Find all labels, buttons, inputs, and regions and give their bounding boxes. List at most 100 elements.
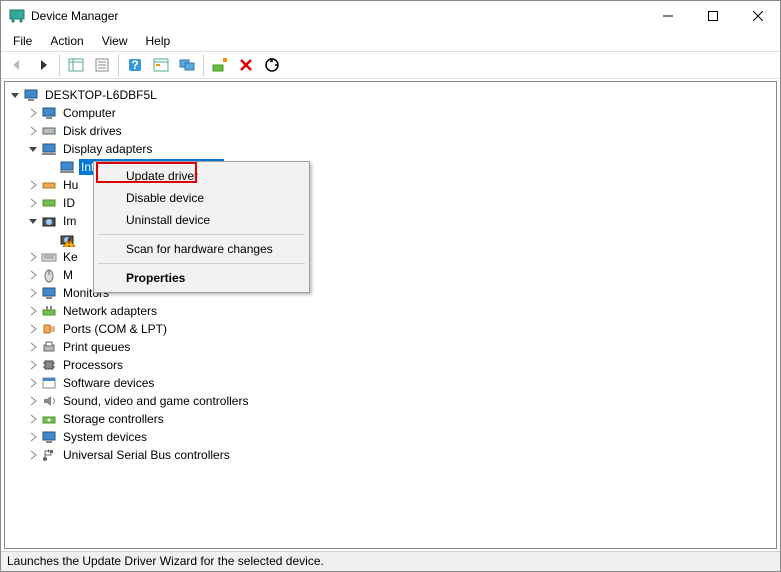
chevron-right-icon[interactable] <box>27 341 39 353</box>
context-properties[interactable]: Properties <box>96 267 307 289</box>
usb-icon <box>41 177 57 193</box>
software-icon <box>41 375 57 391</box>
tree-node-system[interactable]: System devices <box>5 428 776 446</box>
display-adapter-icon <box>59 159 75 175</box>
tree-node-diskdrives[interactable]: Disk drives <box>5 122 776 140</box>
device-tree[interactable]: DESKTOP-L6DBF5L Computer Disk drives Dis… <box>4 81 777 549</box>
chevron-down-icon[interactable] <box>27 143 39 155</box>
actioncenter-button[interactable] <box>149 54 173 76</box>
tree-item-label: Display adapters <box>61 141 154 157</box>
tree-item-label: Disk drives <box>61 123 124 139</box>
camera-warning-icon: ! <box>59 231 75 247</box>
tree-node-printqueues[interactable]: Print queues <box>5 338 776 356</box>
tree-node-usb[interactable]: Universal Serial Bus controllers <box>5 446 776 464</box>
tree-item-label: Print queues <box>61 339 132 355</box>
context-separator <box>98 234 305 235</box>
status-bar: Launches the Update Driver Wizard for th… <box>1 551 780 571</box>
tree-node-software[interactable]: Software devices <box>5 374 776 392</box>
chevron-right-icon[interactable] <box>27 377 39 389</box>
toolbar: ? <box>1 51 780 79</box>
tree-root[interactable]: DESKTOP-L6DBF5L <box>5 86 776 104</box>
tree-item-label: M <box>61 267 75 283</box>
menu-file[interactable]: File <box>5 32 40 50</box>
chevron-right-icon[interactable] <box>27 107 39 119</box>
chevron-right-icon[interactable] <box>27 269 39 281</box>
tree-node-sound[interactable]: Sound, video and game controllers <box>5 392 776 410</box>
tree-node-computer[interactable]: Computer <box>5 104 776 122</box>
cpu-icon <box>41 357 57 373</box>
disk-icon <box>41 123 57 139</box>
menu-view[interactable]: View <box>94 32 136 50</box>
scan-button[interactable] <box>260 54 284 76</box>
chevron-right-icon[interactable] <box>27 323 39 335</box>
tree-node-displayadapters[interactable]: Display adapters <box>5 140 776 158</box>
menu-help[interactable]: Help <box>138 32 179 50</box>
network-icon <box>41 303 57 319</box>
computers-button[interactable] <box>175 54 199 76</box>
tree-node-storage[interactable]: Storage controllers <box>5 410 776 428</box>
chevron-right-icon[interactable] <box>27 197 39 209</box>
display-adapter-icon <box>41 141 57 157</box>
menu-action[interactable]: Action <box>42 32 91 50</box>
context-uninstall-device[interactable]: Uninstall device <box>96 209 307 231</box>
chevron-right-icon[interactable] <box>27 287 39 299</box>
menubar: File Action View Help <box>1 31 780 51</box>
tree-node-processors[interactable]: Processors <box>5 356 776 374</box>
context-scan-hardware[interactable]: Scan for hardware changes <box>96 238 307 260</box>
usb-icon <box>41 447 57 463</box>
chevron-right-icon[interactable] <box>27 431 39 443</box>
minimize-button[interactable] <box>645 1 690 31</box>
highlight-annotation <box>96 162 197 183</box>
mouse-icon <box>41 267 57 283</box>
svg-text:?: ? <box>131 58 138 72</box>
tree-item-label: Hu <box>61 177 80 193</box>
context-separator <box>98 263 305 264</box>
help-button[interactable]: ? <box>123 54 147 76</box>
status-text: Launches the Update Driver Wizard for th… <box>7 554 324 568</box>
chevron-right-icon[interactable] <box>27 179 39 191</box>
tree-item-label: Sound, video and game controllers <box>61 393 250 409</box>
sound-icon <box>41 393 57 409</box>
tree-item-label: Storage controllers <box>61 411 166 427</box>
titlebar: Device Manager <box>1 1 780 31</box>
printer-icon <box>41 339 57 355</box>
chevron-right-icon[interactable] <box>27 359 39 371</box>
chevron-down-icon[interactable] <box>27 215 39 227</box>
close-button[interactable] <box>735 1 780 31</box>
tree-item-label: Ke <box>61 249 80 265</box>
port-icon <box>41 321 57 337</box>
camera-icon <box>41 213 57 229</box>
chevron-down-icon[interactable] <box>9 89 21 101</box>
app-icon <box>9 8 25 24</box>
chevron-right-icon[interactable] <box>27 251 39 263</box>
chevron-right-icon[interactable] <box>27 305 39 317</box>
context-disable-device[interactable]: Disable device <box>96 187 307 209</box>
chevron-right-icon[interactable] <box>27 449 39 461</box>
addlegacy-button[interactable] <box>208 54 232 76</box>
monitor-icon <box>41 105 57 121</box>
chevron-right-icon[interactable] <box>27 413 39 425</box>
uninstall-button[interactable] <box>234 54 258 76</box>
showhide-button[interactable] <box>64 54 88 76</box>
tree-node-network[interactable]: Network adapters <box>5 302 776 320</box>
forward-button[interactable] <box>31 54 55 76</box>
properties-button[interactable] <box>90 54 114 76</box>
tree-item-label: Universal Serial Bus controllers <box>61 447 232 463</box>
keyboard-icon <box>41 249 57 265</box>
maximize-button[interactable] <box>690 1 735 31</box>
svg-text:!: ! <box>67 236 70 248</box>
tree-item-label: ID <box>61 195 77 211</box>
tree-item-label: System devices <box>61 429 149 445</box>
chevron-right-icon[interactable] <box>27 395 39 407</box>
tree-item-label: Software devices <box>61 375 156 391</box>
tree-item-label: Computer <box>61 105 118 121</box>
chevron-right-icon[interactable] <box>27 125 39 137</box>
computer-icon <box>23 87 39 103</box>
tree-item-label: Network adapters <box>61 303 159 319</box>
tree-item-label: Ports (COM & LPT) <box>61 321 169 337</box>
storage-icon <box>41 411 57 427</box>
ide-icon <box>41 195 57 211</box>
back-button[interactable] <box>5 54 29 76</box>
tree-item-label: Processors <box>61 357 125 373</box>
tree-node-ports[interactable]: Ports (COM & LPT) <box>5 320 776 338</box>
